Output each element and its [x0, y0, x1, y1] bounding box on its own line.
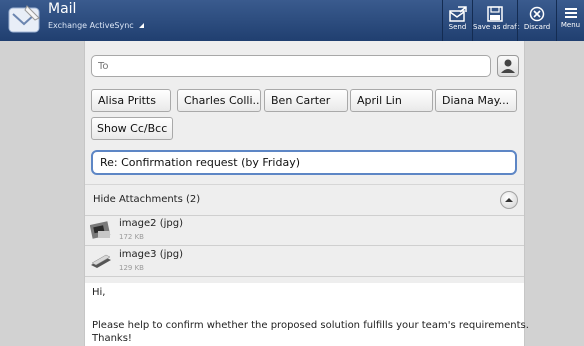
body-greeting: Hi, [92, 287, 106, 298]
save-disk-icon [487, 6, 503, 22]
close-circle-icon [529, 6, 545, 22]
send-button[interactable]: Send [443, 0, 472, 41]
send-icon [448, 6, 467, 22]
attachment-size: 129 KB [119, 264, 144, 272]
account-selector[interactable]: Exchange ActiveSync [48, 21, 145, 30]
attachment-size: 172 KB [119, 233, 144, 241]
attachment-item[interactable]: image3 (jpg) 129 KB [85, 246, 524, 277]
dropdown-triangle-icon [139, 23, 145, 28]
hide-attachments-label: Hide Attachments (2) [93, 194, 201, 205]
recipient-chip[interactable]: Alisa Pritts [91, 89, 171, 112]
mail-app-icon[interactable] [7, 4, 43, 36]
compose-sheet: Alisa Pritts Charles Colli... Ben Carter… [84, 41, 529, 346]
top-action-bar: Mail Exchange ActiveSync Send Save as dr… [0, 0, 584, 41]
add-contact-button[interactable] [497, 55, 519, 77]
attachment-name: image2 (jpg) [119, 218, 183, 229]
contact-person-icon [501, 59, 515, 73]
recipient-chip[interactable]: Charles Colli... [177, 89, 261, 112]
attachment-name: image3 (jpg) [119, 249, 183, 260]
image-thumbnail-icon [91, 254, 111, 268]
account-label: Exchange ActiveSync [48, 21, 134, 30]
discard-label: Discard [523, 23, 551, 31]
to-input[interactable] [91, 55, 491, 77]
recipient-chip[interactable]: Diana May... [435, 89, 517, 112]
discard-button[interactable]: Discard [518, 0, 556, 41]
recipient-chip[interactable]: April Lin [350, 89, 433, 112]
show-cc-bcc-button[interactable]: Show Cc/Bcc [91, 117, 174, 140]
subject-field[interactable]: Re: Confirmation request (by Friday) [91, 150, 517, 175]
body-text: Please help to confirm whether the propo… [92, 320, 529, 331]
image-thumbnail-icon [90, 221, 111, 239]
chevron-up-icon [505, 198, 513, 202]
attachments-header[interactable]: Hide Attachments (2) [85, 184, 524, 216]
app-title: Mail [48, 1, 77, 17]
body-text: Thanks! [92, 333, 132, 344]
message-body[interactable]: Hi, Please help to confirm whether the p… [85, 283, 529, 346]
save-draft-label: Save as draft [473, 23, 520, 31]
send-label: Send [448, 23, 467, 31]
collapse-attachments-button[interactable] [500, 191, 518, 209]
menu-label: Menu [560, 21, 581, 29]
attachment-item[interactable]: image2 (jpg) 172 KB [85, 215, 524, 246]
menu-icon [564, 8, 577, 18]
recipient-chip[interactable]: Ben Carter [264, 89, 348, 112]
save-draft-button[interactable]: Save as draft [473, 0, 520, 41]
menu-button[interactable]: Menu [557, 0, 584, 41]
